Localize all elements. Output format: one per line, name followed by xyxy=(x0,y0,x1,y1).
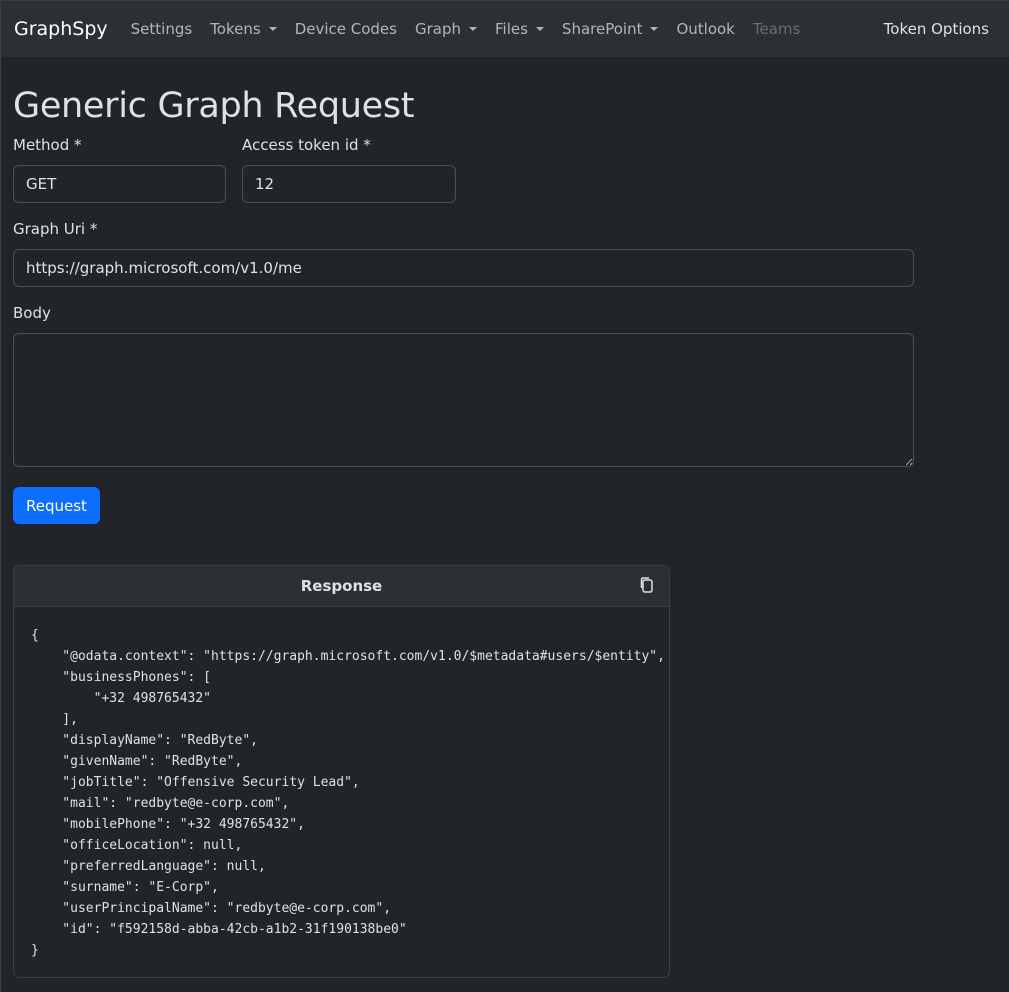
response-card: Response { "@odata.context": "https://gr… xyxy=(13,565,670,978)
nav-outlook[interactable]: Outlook xyxy=(667,20,743,38)
nav-graph-dropdown[interactable]: Graph xyxy=(406,20,486,38)
brand-link[interactable]: GraphSpy xyxy=(14,18,108,40)
nav-files-dropdown[interactable]: Files xyxy=(486,20,553,38)
graph-uri-input[interactable] xyxy=(13,249,914,287)
graph-uri-label: Graph Uri * xyxy=(13,220,98,238)
nav-teams-disabled: Teams xyxy=(744,20,809,38)
nav-tokens-dropdown[interactable]: Tokens xyxy=(201,20,286,38)
nav-sharepoint-label: SharePoint xyxy=(561,20,643,38)
navbar: GraphSpy Settings Tokens Device Codes Gr… xyxy=(1,0,1009,57)
response-title: Response xyxy=(300,577,383,595)
nav-sharepoint-dropdown[interactable]: SharePoint xyxy=(553,20,668,38)
nav-teams-label: Teams xyxy=(752,20,801,38)
caret-down-icon xyxy=(268,27,277,31)
method-token-row: Method * Access token id * xyxy=(13,135,997,203)
response-card-body: { "@odata.context": "https://graph.micro… xyxy=(14,607,669,977)
response-json: { "@odata.context": "https://graph.micro… xyxy=(31,628,665,958)
access-token-id-input[interactable] xyxy=(242,165,456,203)
request-button[interactable]: Request xyxy=(13,487,100,524)
body-label: Body xyxy=(13,304,51,322)
nav-token-options-label: Token Options xyxy=(883,20,989,38)
response-card-header: Response xyxy=(14,566,669,607)
nav-token-options[interactable]: Token Options xyxy=(875,20,997,38)
caret-down-icon xyxy=(535,27,544,31)
copy-icon[interactable] xyxy=(639,576,655,594)
nav-device-codes-label: Device Codes xyxy=(294,20,397,38)
method-group: Method * xyxy=(13,135,226,203)
page-title: Generic Graph Request xyxy=(13,86,415,126)
method-input[interactable] xyxy=(13,165,226,203)
nav-outlook-label: Outlook xyxy=(676,20,735,38)
graph-uri-group: Graph Uri * xyxy=(13,219,914,287)
nav-tokens-label: Tokens xyxy=(210,20,261,38)
nav-settings[interactable]: Settings xyxy=(122,20,202,38)
method-label: Method * xyxy=(13,136,82,154)
caret-down-icon xyxy=(469,27,477,31)
nav-files-label: Files xyxy=(495,20,528,38)
main-content: Generic Graph Request Method * Access to… xyxy=(1,85,1009,978)
body-textarea[interactable] xyxy=(13,333,914,467)
access-token-id-label: Access token id * xyxy=(242,136,371,154)
body-group: Body xyxy=(13,303,914,471)
nav-graph-label: Graph xyxy=(414,20,461,38)
token-group: Access token id * xyxy=(242,135,456,203)
nav-device-codes[interactable]: Device Codes xyxy=(286,20,406,38)
caret-down-icon xyxy=(650,27,659,31)
nav-settings-label: Settings xyxy=(130,20,193,38)
